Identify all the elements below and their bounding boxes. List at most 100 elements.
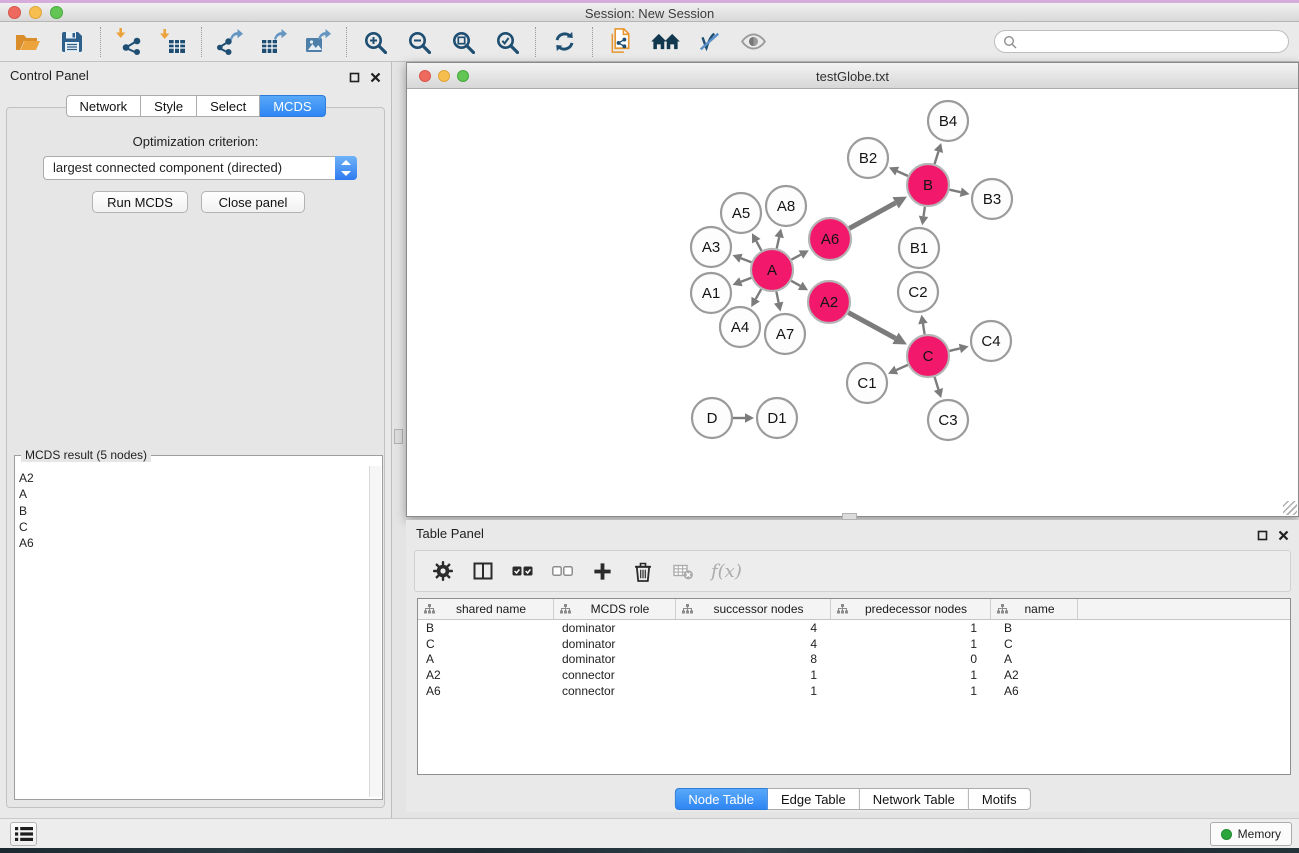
cell-mcds-role[interactable]: dominator (554, 652, 676, 666)
settings-gear-icon[interactable] (429, 558, 456, 585)
double-home-icon[interactable] (643, 25, 687, 59)
node-B1[interactable]: B1 (899, 228, 939, 268)
criterion-dropdown[interactable]: largest connected component (directed) (43, 156, 357, 180)
mcds-result-item[interactable]: A6 (19, 535, 366, 551)
node-A[interactable]: A (751, 249, 793, 291)
node-B4[interactable]: B4 (928, 101, 968, 141)
vertical-splitter-handle[interactable] (394, 429, 403, 444)
node-C2[interactable]: C2 (898, 272, 938, 312)
node-A4[interactable]: A4 (720, 307, 760, 347)
tab-edge-table[interactable]: Edge Table (768, 788, 860, 810)
cell-mcds-role[interactable]: connector (554, 668, 676, 682)
node-A3[interactable]: A3 (691, 227, 731, 267)
edge-A-A2[interactable] (791, 281, 808, 290)
cell-name[interactable]: A (991, 652, 1078, 666)
tab-motifs[interactable]: Motifs (969, 788, 1031, 810)
edge-B-B1[interactable] (919, 207, 929, 225)
edge-A-A5[interactable] (752, 233, 762, 250)
cell-predecessor-nodes[interactable]: 1 (831, 668, 991, 682)
import-network-icon[interactable] (107, 25, 151, 59)
save-icon[interactable] (50, 25, 94, 59)
mcds-result-item[interactable]: A2 (19, 470, 366, 486)
show-column-icon[interactable] (469, 558, 496, 585)
node-table[interactable]: shared nameMCDS rolesuccessor nodesprede… (417, 598, 1291, 775)
run-mcds-button[interactable]: Run MCDS (92, 191, 188, 213)
table-row[interactable]: Cdominator41C (418, 636, 1290, 652)
float-panel-icon[interactable] (1257, 528, 1268, 546)
cell-name[interactable]: A2 (991, 668, 1078, 682)
node-A7[interactable]: A7 (765, 314, 805, 354)
edge-C-C4[interactable] (949, 344, 968, 353)
dropdown-stepper-icon[interactable] (335, 156, 357, 180)
horizontal-splitter-handle[interactable] (842, 513, 857, 520)
node-B2[interactable]: B2 (848, 138, 888, 178)
edge-A-A3[interactable] (733, 254, 752, 263)
zoom-in-icon[interactable] (353, 25, 397, 59)
open-folder-icon[interactable] (6, 25, 50, 59)
node-A2[interactable]: A2 (808, 281, 850, 323)
eye-icon[interactable] (731, 25, 775, 59)
delete-table-icon[interactable] (669, 558, 696, 585)
node-D1[interactable]: D1 (757, 398, 797, 438)
close-panel-button[interactable]: Close panel (201, 191, 305, 213)
edge-A-A4[interactable] (751, 289, 761, 307)
cell-shared-name[interactable]: A2 (418, 668, 554, 682)
table-row[interactable]: Bdominator41B (418, 620, 1290, 636)
column-header-shared-name[interactable]: shared name (418, 599, 554, 619)
node-B3[interactable]: B3 (972, 179, 1012, 219)
edge-C-C1[interactable] (888, 365, 908, 375)
deselect-all-checkboxes-icon[interactable] (549, 558, 576, 585)
cell-predecessor-nodes[interactable]: 1 (831, 621, 991, 635)
zoom-out-icon[interactable] (397, 25, 441, 59)
column-header-successor-nodes[interactable]: successor nodes (676, 599, 831, 619)
zoom-fit-icon[interactable] (441, 25, 485, 59)
edge-C-C2[interactable] (918, 315, 927, 335)
edge-A-A8[interactable] (774, 228, 783, 248)
cell-successor-nodes[interactable]: 4 (676, 621, 831, 635)
export-table-icon[interactable] (252, 25, 296, 59)
table-row[interactable]: A6connector11A6 (418, 683, 1290, 699)
mcds-result-item[interactable]: A (19, 486, 366, 502)
node-C1[interactable]: C1 (847, 363, 887, 403)
mcds-result-item[interactable]: B (19, 503, 366, 519)
node-B[interactable]: B (907, 164, 949, 206)
tab-network-table[interactable]: Network Table (860, 788, 969, 810)
edge-B-B2[interactable] (889, 167, 908, 176)
node-C4[interactable]: C4 (971, 321, 1011, 361)
table-row[interactable]: Adominator80A (418, 652, 1290, 668)
cell-name[interactable]: A6 (991, 684, 1078, 698)
tab-select[interactable]: Select (197, 95, 260, 117)
session-file-icon[interactable] (599, 25, 643, 59)
cell-predecessor-nodes[interactable]: 1 (831, 684, 991, 698)
cell-successor-nodes[interactable]: 1 (676, 668, 831, 682)
edge-A6-B[interactable] (849, 197, 907, 229)
network-window-titlebar[interactable]: testGlobe.txt (407, 63, 1298, 89)
edge-D-D1[interactable] (733, 413, 754, 423)
function-builder-icon[interactable]: f(x) (711, 561, 742, 582)
cell-mcds-role[interactable]: dominator (554, 637, 676, 651)
refresh-icon[interactable] (542, 25, 586, 59)
export-network-icon[interactable] (208, 25, 252, 59)
cell-successor-nodes[interactable]: 8 (676, 652, 831, 666)
resize-grip-icon[interactable] (1283, 501, 1297, 515)
edge-A2-C[interactable] (848, 313, 907, 345)
cell-shared-name[interactable]: A6 (418, 684, 554, 698)
delete-row-icon[interactable] (629, 558, 656, 585)
cell-shared-name[interactable]: A (418, 652, 554, 666)
node-A6[interactable]: A6 (809, 218, 851, 260)
search-field[interactable] (994, 30, 1289, 53)
node-C3[interactable]: C3 (928, 400, 968, 440)
node-A5[interactable]: A5 (721, 193, 761, 233)
cell-mcds-role[interactable]: dominator (554, 621, 676, 635)
export-image-icon[interactable] (296, 25, 340, 59)
import-table-icon[interactable] (151, 25, 195, 59)
column-header-mcds-role[interactable]: MCDS role (554, 599, 676, 619)
edge-A-A6[interactable] (791, 250, 808, 259)
cell-predecessor-nodes[interactable]: 0 (831, 652, 991, 666)
select-all-checkboxes-icon[interactable] (509, 558, 536, 585)
close-panel-icon[interactable] (370, 70, 381, 88)
column-header-name[interactable]: name (991, 599, 1078, 619)
cell-name[interactable]: B (991, 621, 1078, 635)
cell-name[interactable]: C (991, 637, 1078, 651)
node-D[interactable]: D (692, 398, 732, 438)
